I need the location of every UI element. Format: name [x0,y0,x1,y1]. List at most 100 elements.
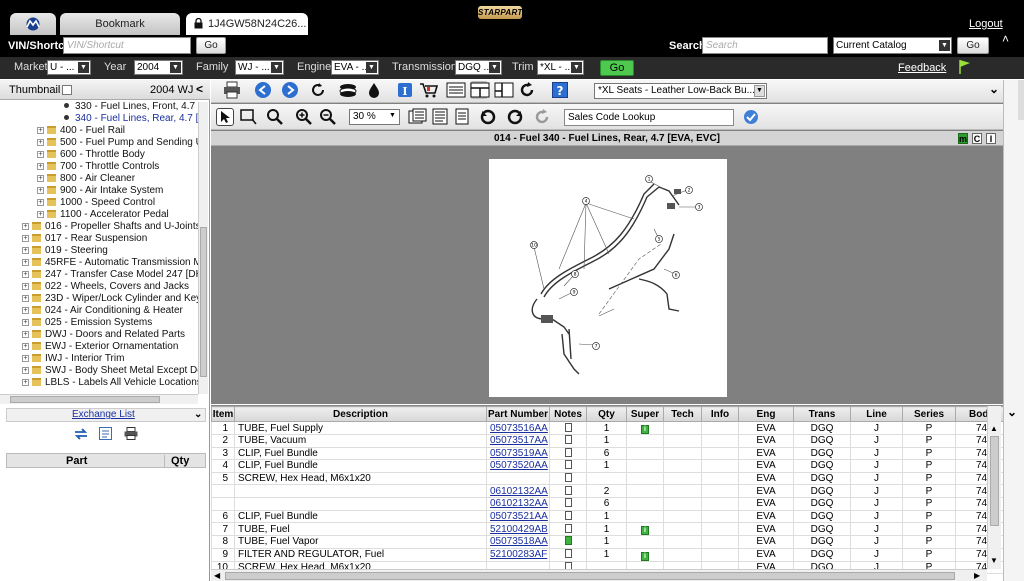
exchange-list-link[interactable]: Exchange List [72,409,135,420]
exchange-list-header[interactable]: Exchange List ⌄ [6,408,206,422]
reset-view-icon[interactable] [533,108,551,126]
expand-icon[interactable]: + [22,355,29,362]
scroll-track[interactable] [1018,80,1024,120]
column-header[interactable]: Series [902,406,956,422]
table-row[interactable]: 9 FILTER AND REGULATOR, Fuel 52100283AF 1 i E… [211,547,1008,562]
supersession-icon[interactable]: i [641,526,649,535]
flag-icon[interactable] [959,59,971,75]
column-header[interactable]: Tech [663,406,702,422]
chevron-up-icon[interactable]: ˄ [1002,32,1009,46]
note-icon[interactable] [564,511,572,520]
table-row[interactable]: 7 TUBE, Fuel 52100429AB 1 i EVA DGQ J P 74 [211,522,1008,537]
year-select[interactable]: 2004 ▼ [134,60,183,75]
expand-icon[interactable]: + [22,379,29,386]
vin-input[interactable]: VIN/Shortcut [63,37,191,54]
cell-part[interactable]: 52100429AB [486,522,550,537]
expand-icon[interactable]: + [22,331,29,338]
column-header[interactable]: Super [626,406,664,422]
expand-icon[interactable]: + [22,367,29,374]
expand-icon[interactable]: + [22,271,29,278]
tree-node[interactable]: + EWJ - Exterior Ornamentation [22,341,178,353]
trim-select[interactable]: *XL - ... ▼ [537,60,584,75]
table-row[interactable]: 3 CLIP, Fuel Bundle 05073519AA 6 EVA DGQ J P 74 [211,446,1008,461]
tree-node[interactable]: +024 - Air Conditioning & Heater [22,305,183,317]
tree-node[interactable]: 340 - Fuel Lines, Rear, 4.7 [E [64,113,198,125]
scroll-left-icon[interactable]: ◀ [214,571,220,580]
tree-node[interactable]: +247 - Transfer Case Model 247 [DH [22,269,198,281]
column-header[interactable]: Line [850,406,903,422]
print-icon[interactable] [124,427,138,440]
market-select[interactable]: U - ... ▼ [47,60,91,75]
box-select-icon[interactable] [239,108,257,126]
cell-part[interactable]: 52100283AF [486,547,550,562]
cart-icon[interactable] [419,81,439,99]
search-go-button[interactable]: Go [957,37,989,54]
tree-node[interactable]: +800 - Air Cleaner [37,173,135,185]
columns-view-icon[interactable] [494,81,514,99]
column-header[interactable]: Qty [586,406,627,422]
tree-node[interactable]: +019 - Steering [22,245,108,257]
table-vertical-scrollbar[interactable]: ▲ ▼ [987,406,1001,569]
vin-go-button[interactable]: Go [196,37,226,54]
zoom-select[interactable]: 30 % ▼ [349,109,400,125]
view-c-button[interactable]: C [972,133,982,144]
expand-icon[interactable]: + [37,187,44,194]
expand-icon[interactable]: + [22,247,29,254]
sales-code-input[interactable]: Sales Code Lookup [564,109,734,126]
callout-number[interactable]: 9 [573,290,576,296]
cell-part[interactable]: 05073521AA [486,509,550,524]
chevron-down-icon[interactable]: ⌄ [1007,405,1017,419]
list-view-icon[interactable] [446,81,466,99]
expand-icon[interactable]: + [37,163,44,170]
expand-icon[interactable]: + [22,259,29,266]
tree-node[interactable]: 330 - Fuel Lines, Front, 4.7 [E [64,102,198,113]
expand-icon[interactable]: + [37,127,44,134]
table-horizontal-scrollbar[interactable]: ◀ ▶ [211,569,987,581]
search-input[interactable]: Search [702,37,828,54]
expand-icon[interactable]: + [22,307,29,314]
engine-select[interactable]: EVA - ... ▼ [331,60,379,75]
print-icon[interactable] [223,81,241,99]
expand-icon[interactable]: + [37,175,44,182]
zoom-out-icon[interactable] [319,108,337,126]
transmission-select[interactable]: DGQ ... ▼ [455,60,502,75]
column-header[interactable]: Info [701,406,739,422]
note-icon[interactable] [564,536,572,546]
drop-icon[interactable] [365,81,383,99]
callout-number[interactable]: 3 [698,205,701,211]
magnify-icon[interactable] [266,108,284,126]
tree-node[interactable]: +45RFE - Automatic Transmission M [22,257,198,269]
callout-number[interactable]: 7 [595,344,598,350]
list-details-icon[interactable] [99,427,112,440]
table-row[interactable]: 1 TUBE, Fuel Supply 05073516AA 1 i EVA DGQ J P 74 [211,421,1008,435]
page-view-icon[interactable] [408,108,427,126]
note-icon[interactable] [564,435,572,445]
tree-node[interactable]: +700 - Throttle Controls [37,161,159,173]
table-row[interactable]: 8 TUBE, Fuel Vapor 05073518AA 1 EVA DGQ J P 74 [211,535,1008,549]
tab-vin[interactable]: 1J4GW58N24C26... × [186,13,308,52]
expand-icon[interactable]: + [37,151,44,158]
chevron-down-icon[interactable]: ⌄ [194,409,202,420]
expand-icon[interactable]: + [22,235,29,242]
zoom-in-icon[interactable] [295,108,313,126]
expand-icon[interactable]: + [22,295,29,302]
scroll-thumb[interactable] [10,396,160,403]
callout-number[interactable]: 6 [675,273,678,279]
tree-node[interactable]: +1100 - Accelerator Pedal [37,209,169,221]
cell-part[interactable]: 05073518AA [486,535,550,549]
table-row[interactable]: 06102132AA 6 EVA DGQ J P 74 [211,496,1008,511]
note-icon[interactable] [564,460,572,470]
document-icon[interactable] [431,108,449,126]
cell-part[interactable]: 05073516AA [486,421,550,435]
expand-icon[interactable]: + [22,343,29,350]
table-row[interactable]: 5 SCREW, Hex Head, M6x1x20 EVA DGQ J P 74 [211,471,1008,486]
tab-bookmark[interactable]: Bookmark [60,13,180,35]
callout-number[interactable]: 1 [648,177,651,183]
filter-go-button[interactable]: Go [600,60,634,76]
seat-option-select[interactable]: *XL Seats - Leather Low-Back Bu... ▼ [594,83,767,99]
exchange-icon[interactable] [74,428,88,440]
note-icon[interactable] [564,422,572,432]
family-select[interactable]: WJ - ... ▼ [235,60,284,75]
tree-node[interactable]: + LBLS - Labels All Vehicle Locations [22,377,198,389]
view-i-button[interactable]: I [986,133,996,144]
